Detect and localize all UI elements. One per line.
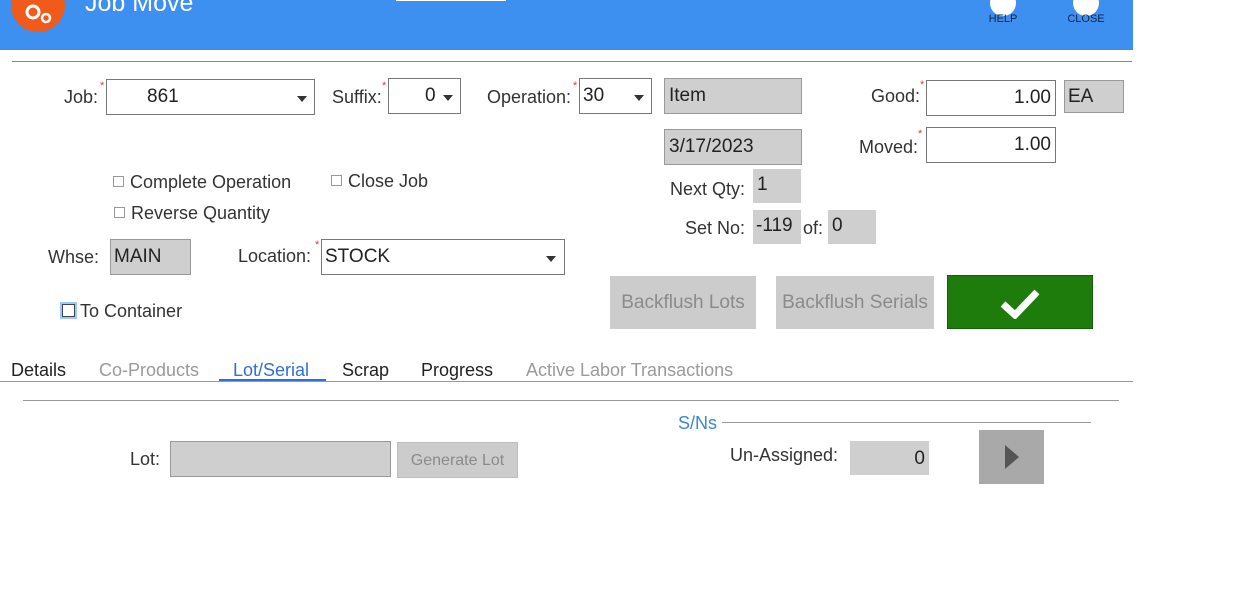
good-label: Good:	[870, 86, 920, 106]
set-no-label: Set No:	[684, 218, 745, 238]
close-button[interactable]: CLOSE	[1061, 0, 1111, 48]
set-no-field: -119	[753, 210, 801, 244]
close-label: CLOSE	[1067, 13, 1105, 25]
next-qty-field: 1	[753, 169, 801, 203]
good-quantity-input[interactable]: 1.00	[926, 80, 1056, 116]
location-label: Location:	[238, 246, 312, 266]
whse-label: Whse:	[48, 247, 100, 267]
operation-value: 30	[583, 85, 605, 106]
suffix-label: Suffix:	[332, 87, 382, 107]
chevron-down-icon	[297, 96, 307, 102]
lot-input[interactable]	[170, 441, 391, 477]
help-label: HELP	[988, 13, 1018, 25]
backflush-serials-button[interactable]: Backflush Serials	[776, 276, 934, 329]
confirm-button[interactable]	[947, 275, 1093, 329]
generate-lot-button[interactable]: Generate Lot	[397, 442, 518, 478]
header-divider	[12, 61, 1132, 62]
sns-divider	[722, 422, 1091, 423]
suffix-select[interactable]: 0	[388, 78, 461, 114]
tab-scrap[interactable]: Scrap	[342, 360, 389, 381]
required-marker: *	[573, 80, 578, 92]
backflush-lots-button[interactable]: Backflush Lots	[610, 276, 756, 329]
page-title: Job Move	[85, 0, 194, 17]
reverse-quantity-label: Reverse Quantity	[131, 203, 271, 223]
reverse-quantity-checkbox[interactable]	[114, 207, 125, 218]
required-marker: *	[920, 79, 925, 91]
help-button[interactable]: HELP	[978, 0, 1028, 48]
complete-operation-label: Complete Operation	[130, 172, 292, 192]
to-container-label: To Container	[80, 301, 183, 321]
uom-field: EA	[1064, 80, 1124, 113]
whse-field: MAIN	[110, 239, 191, 275]
header-search-box[interactable]	[396, 0, 506, 1]
tab-details[interactable]: Details	[11, 360, 66, 381]
required-marker: *	[918, 128, 923, 140]
set-of-label: of:	[803, 218, 824, 238]
moved-label: Moved:	[858, 137, 918, 157]
date-field: 3/17/2023	[664, 129, 802, 165]
unassigned-label: Un-Assigned:	[730, 445, 839, 465]
operation-select[interactable]: 30	[579, 78, 652, 114]
lot-label: Lot:	[130, 449, 161, 469]
play-arrow-icon	[1005, 445, 1019, 469]
location-value: STOCK	[325, 246, 391, 267]
to-container-checkbox[interactable]	[62, 304, 75, 317]
required-marker: *	[100, 80, 105, 92]
complete-operation-checkbox[interactable]	[113, 176, 124, 187]
chevron-down-icon	[634, 95, 644, 101]
operation-label: Operation:	[487, 87, 572, 107]
tab-lot-serial[interactable]: Lot/Serial	[233, 360, 309, 381]
next-button[interactable]	[979, 430, 1044, 484]
job-select[interactable]: 861	[106, 79, 315, 115]
sns-section-title: S/Ns	[678, 413, 718, 433]
location-select[interactable]: STOCK	[321, 239, 565, 275]
tab-co-products[interactable]: Co-Products	[99, 360, 199, 381]
tab-progress[interactable]: Progress	[421, 360, 493, 381]
job-label: Job:	[63, 87, 98, 107]
required-marker: *	[315, 239, 320, 251]
moved-quantity-input[interactable]: 1.00	[926, 127, 1056, 163]
chevron-down-icon	[546, 256, 556, 262]
tab-active-labor-transactions[interactable]: Active Labor Transactions	[526, 360, 733, 381]
unassigned-field: 0	[850, 441, 929, 475]
suffix-value: 0	[425, 85, 436, 106]
item-field: Item	[664, 78, 802, 114]
close-job-checkbox[interactable]	[331, 175, 342, 186]
close-job-label: Close Job	[348, 171, 429, 191]
gears-icon	[11, 0, 65, 32]
set-of-field: 0	[828, 210, 876, 244]
panel-divider	[23, 400, 1119, 401]
checkmark-icon	[1000, 289, 1040, 319]
next-qty-label: Next Qty:	[669, 179, 745, 199]
job-value: 861	[147, 86, 179, 107]
required-marker: *	[382, 80, 387, 92]
chevron-down-icon	[443, 95, 453, 101]
tabs-divider	[0, 381, 1133, 382]
